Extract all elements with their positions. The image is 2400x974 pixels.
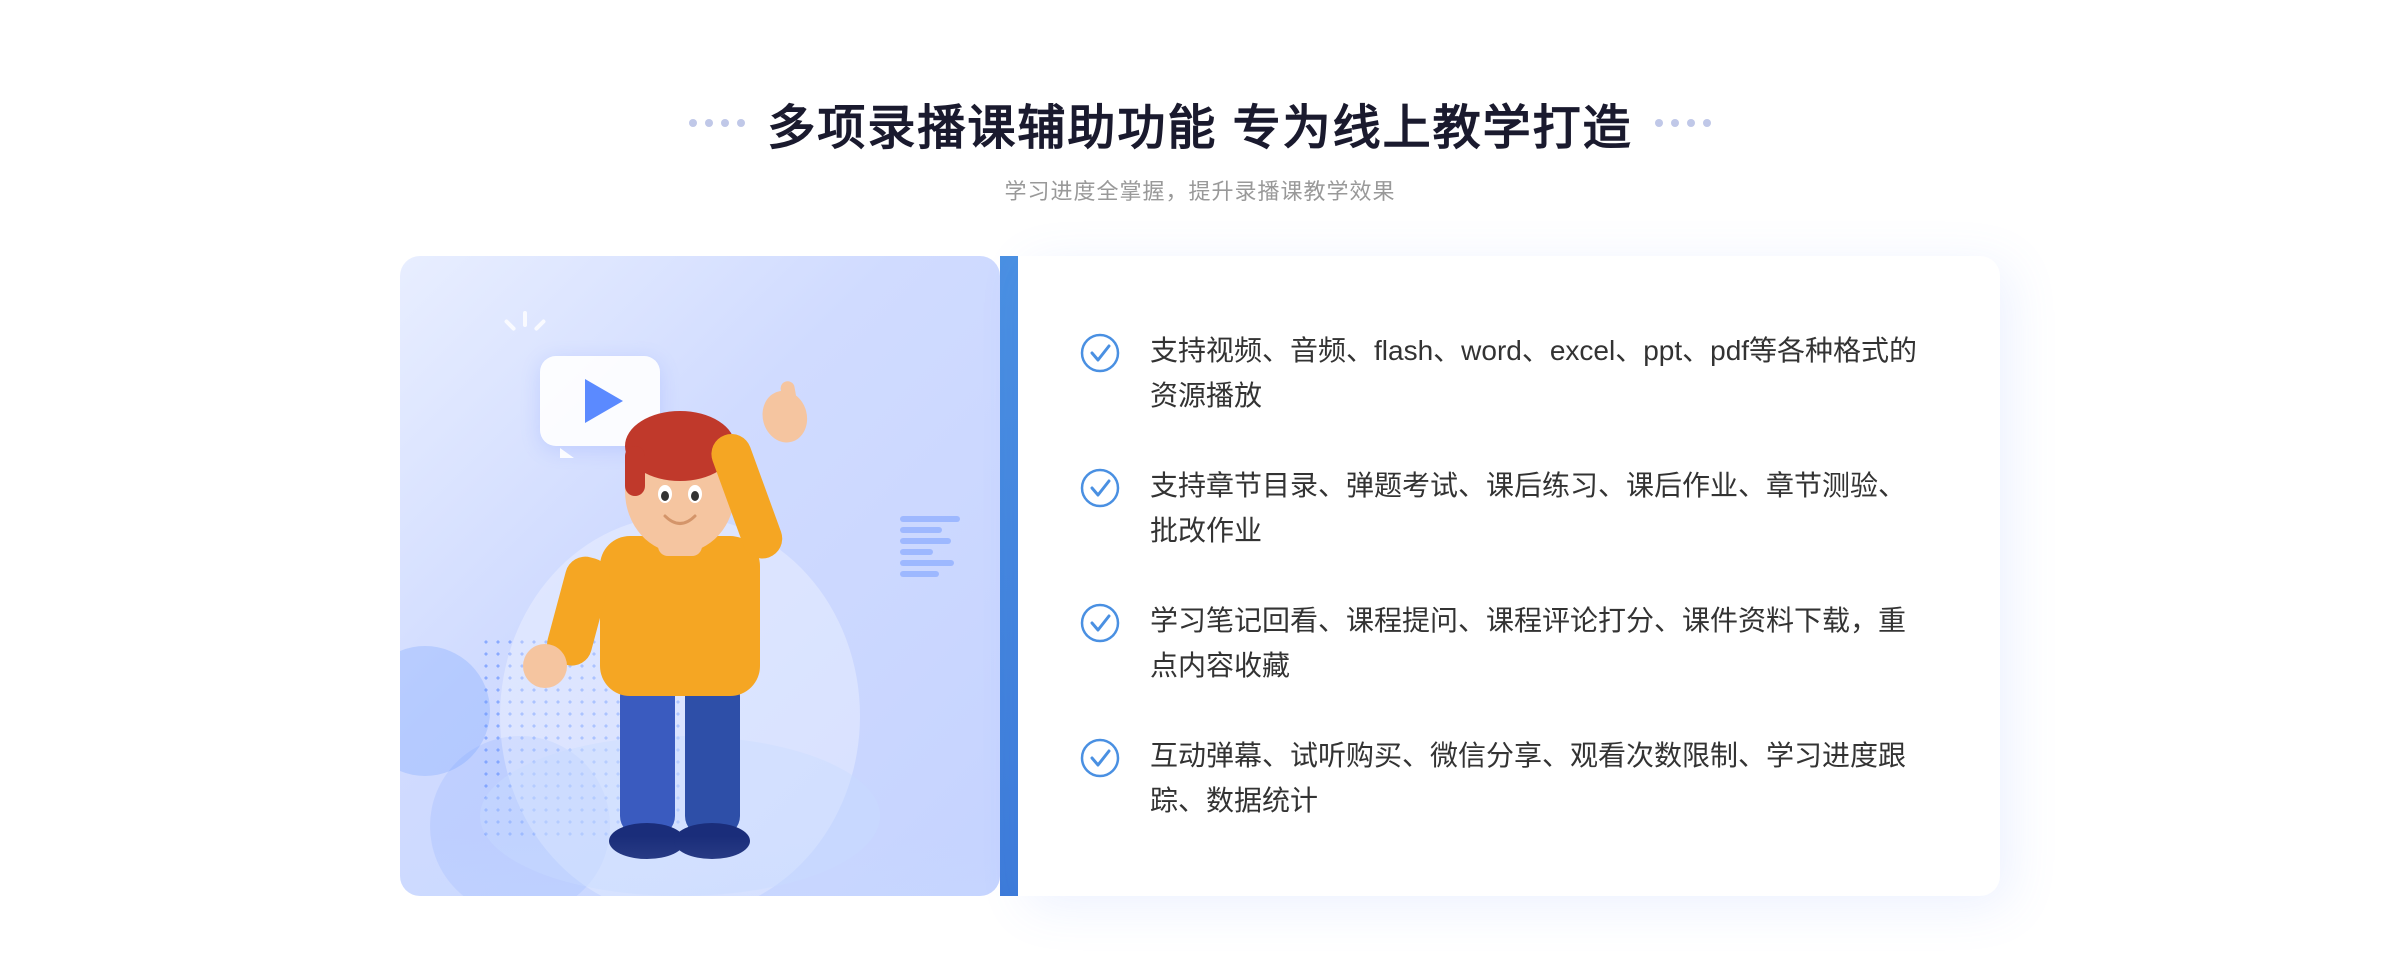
check-icon-1: [1080, 333, 1120, 373]
feature-text-4: 互动弹幕、试听购买、微信分享、观看次数限制、学习进度跟踪、数据统计: [1150, 734, 1920, 824]
bottom-fade: [400, 836, 1000, 896]
feature-item-1: 支持视频、音频、flash、word、excel、ppt、pdf等各种格式的资源…: [1080, 311, 1920, 437]
feature-item-2: 支持章节目录、弹题考试、课后练习、课后作业、章节测验、批改作业: [1080, 446, 1920, 572]
check-icon-2: [1080, 468, 1120, 508]
feature-text-3: 学习笔记回看、课程提问、课程评论打分、课件资料下载，重点内容收藏: [1150, 599, 1920, 689]
page-wrapper: 多项录播课辅助功能 专为线上教学打造 学习进度全掌握，提升录播课教学效果 »: [0, 48, 2400, 926]
check-icon-3: [1080, 603, 1120, 643]
page-subtitle: 学习进度全掌握，提升录播课教学效果: [1004, 174, 1395, 206]
feature-item-4: 互动弹幕、试听购买、微信分享、观看次数限制、学习进度跟踪、数据统计: [1080, 716, 1920, 842]
header: 多项录播课辅助功能 专为线上教学打造 学习进度全掌握，提升录播课教学效果: [687, 88, 1712, 206]
content-area: »: [400, 256, 2000, 896]
feature-item-3: 学习笔记回看、课程提问、课程评论打分、课件资料下载，重点内容收藏: [1080, 581, 1920, 707]
accent-bar: [1000, 256, 1018, 896]
feature-text-1: 支持视频、音频、flash、word、excel、ppt、pdf等各种格式的资源…: [1150, 329, 1920, 419]
left-dots-decoration: [687, 119, 747, 127]
illustration-panel: [400, 256, 1000, 896]
feature-text-2: 支持章节目录、弹题考试、课后练习、课后作业、章节测验、批改作业: [1150, 464, 1920, 554]
person-illustration: [450, 316, 950, 896]
right-dots-decoration: [1653, 119, 1713, 127]
check-icon-4: [1080, 738, 1120, 778]
features-panel: 支持视频、音频、flash、word、excel、ppt、pdf等各种格式的资源…: [1000, 256, 2000, 896]
title-row: 多项录播课辅助功能 专为线上教学打造: [687, 88, 1712, 158]
page-title: 多项录播课辅助功能 专为线上教学打造: [767, 88, 1632, 158]
